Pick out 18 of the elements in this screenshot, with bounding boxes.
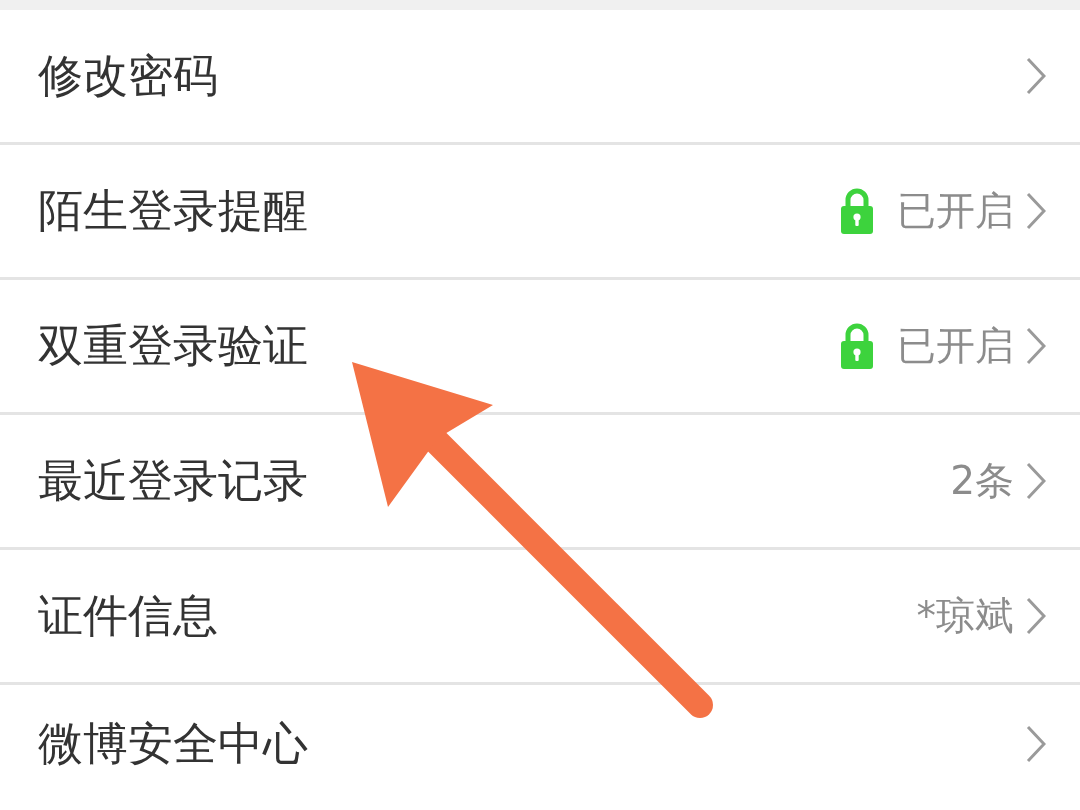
lock-icon <box>841 188 873 234</box>
setting-label[interactable]: 证件信息 <box>38 589 218 643</box>
setting-label[interactable]: 修改密码 <box>38 49 218 103</box>
setting-label[interactable]: 微博安全中心 <box>38 716 308 771</box>
status-value: 已开启 <box>897 187 1014 235</box>
setting-value: *琼斌 <box>916 592 1014 640</box>
setting-value: 2条 <box>950 457 1014 505</box>
setting-label[interactable]: 双重登录验证 <box>38 319 308 373</box>
setting-label[interactable]: 最近登录记录 <box>38 454 308 508</box>
chevron-right-icon <box>1026 57 1046 95</box>
status-value: 已开启 <box>897 322 1014 370</box>
chevron-right-icon <box>1026 597 1046 635</box>
chevron-right-icon <box>1026 192 1046 230</box>
chevron-right-icon <box>1026 724 1046 763</box>
chevron-right-icon <box>1026 462 1046 500</box>
lock-icon <box>841 323 873 369</box>
chevron-right-icon <box>1026 327 1046 365</box>
setting-label[interactable]: 陌生登录提醒 <box>38 184 308 238</box>
